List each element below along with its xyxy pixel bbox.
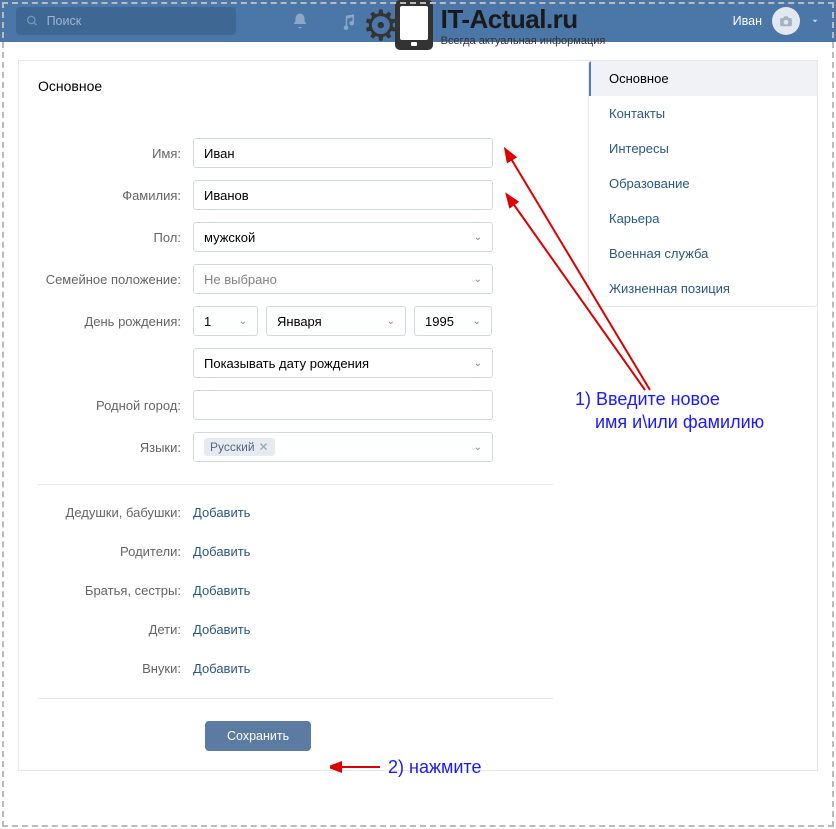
save-row: Сохранить — [38, 721, 553, 751]
row-last-name: Фамилия: — [38, 180, 553, 210]
side-column: Основное Контакты Интересы Образование К… — [588, 60, 818, 775]
music-icon[interactable] — [339, 12, 357, 30]
add-grandchildren-link[interactable]: Добавить — [193, 661, 250, 676]
chevron-down-icon: ⌄ — [474, 232, 482, 243]
settings-side-menu: Основное Контакты Интересы Образование К… — [588, 60, 818, 307]
select-bday-visibility-value: Показывать дату рождения — [204, 356, 369, 371]
bell-icon[interactable] — [291, 12, 309, 30]
topbar-user-area[interactable]: Иван — [733, 7, 820, 35]
chevron-down-icon: ⌄ — [474, 358, 482, 369]
camera-icon — [779, 14, 793, 28]
row-bday-visibility: Показывать дату рождения ⌄ — [38, 348, 553, 378]
chevron-down-icon: ⌄ — [474, 442, 482, 453]
input-last-name[interactable] — [193, 180, 493, 210]
input-hometown[interactable] — [193, 390, 493, 420]
chevron-down-icon: ⌄ — [239, 316, 247, 327]
select-sex[interactable]: мужской ⌄ — [193, 222, 493, 252]
row-parents: Родители: Добавить — [38, 544, 553, 559]
side-item-education[interactable]: Образование — [589, 166, 817, 201]
row-grandchildren: Внуки: Добавить — [38, 661, 553, 676]
side-item-contacts[interactable]: Контакты — [589, 96, 817, 131]
search-input[interactable] — [47, 14, 226, 28]
input-first-name[interactable] — [193, 138, 493, 168]
side-item-life-position[interactable]: Жизненная позиция — [589, 271, 817, 306]
avatar — [772, 7, 800, 35]
label-marital: Семейное положение: — [38, 272, 193, 287]
row-languages: Языки: Русский ✕ ⌄ — [38, 432, 553, 462]
language-tag[interactable]: Русский ✕ — [204, 438, 275, 456]
side-item-basic[interactable]: Основное — [589, 61, 817, 96]
row-hometown: Родной город: — [38, 390, 553, 420]
topbar-icons-group — [291, 12, 357, 30]
side-item-military[interactable]: Военная служба — [589, 236, 817, 271]
label-grandparents: Дедушки, бабушки: — [38, 505, 193, 520]
label-first-name: Имя: — [38, 146, 193, 161]
select-marital-value: Не выбрано — [204, 272, 277, 287]
add-parents-link[interactable]: Добавить — [193, 544, 250, 559]
select-languages[interactable]: Русский ✕ ⌄ — [193, 432, 493, 462]
select-marital[interactable]: Не выбрано ⌄ — [193, 264, 493, 294]
label-children: Дети: — [38, 622, 193, 637]
page-title: Основное — [38, 78, 553, 110]
row-children: Дети: Добавить — [38, 622, 553, 637]
label-hometown: Родной город: — [38, 398, 193, 413]
row-sex: Пол: мужской ⌄ — [38, 222, 553, 252]
search-box[interactable] — [16, 7, 236, 35]
label-birthday: День рождения: — [38, 314, 193, 329]
select-bday-day[interactable]: 1⌄ — [193, 306, 258, 336]
search-icon — [26, 14, 39, 28]
save-button[interactable]: Сохранить — [205, 721, 311, 751]
add-siblings-link[interactable]: Добавить — [193, 583, 250, 598]
select-bday-year[interactable]: 1995⌄ — [414, 306, 492, 336]
chevron-down-icon — [810, 16, 820, 26]
select-sex-value: мужской — [204, 230, 255, 245]
divider — [38, 484, 553, 485]
select-bday-month[interactable]: Января⌄ — [266, 306, 406, 336]
row-grandparents: Дедушки, бабушки: Добавить — [38, 505, 553, 520]
page-content: Основное Имя: Фамилия: Пол: мужской ⌄ Се… — [0, 42, 836, 793]
label-sex: Пол: — [38, 230, 193, 245]
label-grandchildren: Внуки: — [38, 661, 193, 676]
side-item-interests[interactable]: Интересы — [589, 131, 817, 166]
main-column: Основное Имя: Фамилия: Пол: мужской ⌄ Се… — [18, 60, 573, 775]
row-first-name: Имя: — [38, 138, 553, 168]
row-siblings: Братья, сестры: Добавить — [38, 583, 553, 598]
chevron-down-icon: ⌄ — [474, 274, 482, 285]
chevron-down-icon: ⌄ — [387, 316, 395, 327]
side-item-career[interactable]: Карьера — [589, 201, 817, 236]
chevron-down-icon: ⌄ — [473, 316, 481, 327]
row-birthday: День рождения: 1⌄ Января⌄ 1995⌄ — [38, 306, 553, 336]
add-children-link[interactable]: Добавить — [193, 622, 250, 637]
label-languages: Языки: — [38, 440, 193, 455]
label-parents: Родители: — [38, 544, 193, 559]
row-marital: Семейное положение: Не выбрано ⌄ — [38, 264, 553, 294]
divider — [38, 698, 553, 699]
select-bday-visibility[interactable]: Показывать дату рождения ⌄ — [193, 348, 493, 378]
label-last-name: Фамилия: — [38, 188, 193, 203]
add-grandparents-link[interactable]: Добавить — [193, 505, 250, 520]
label-siblings: Братья, сестры: — [38, 583, 193, 598]
close-icon[interactable]: ✕ — [259, 440, 269, 454]
top-header-bar: Иван — [0, 0, 836, 42]
user-name: Иван — [733, 14, 762, 28]
